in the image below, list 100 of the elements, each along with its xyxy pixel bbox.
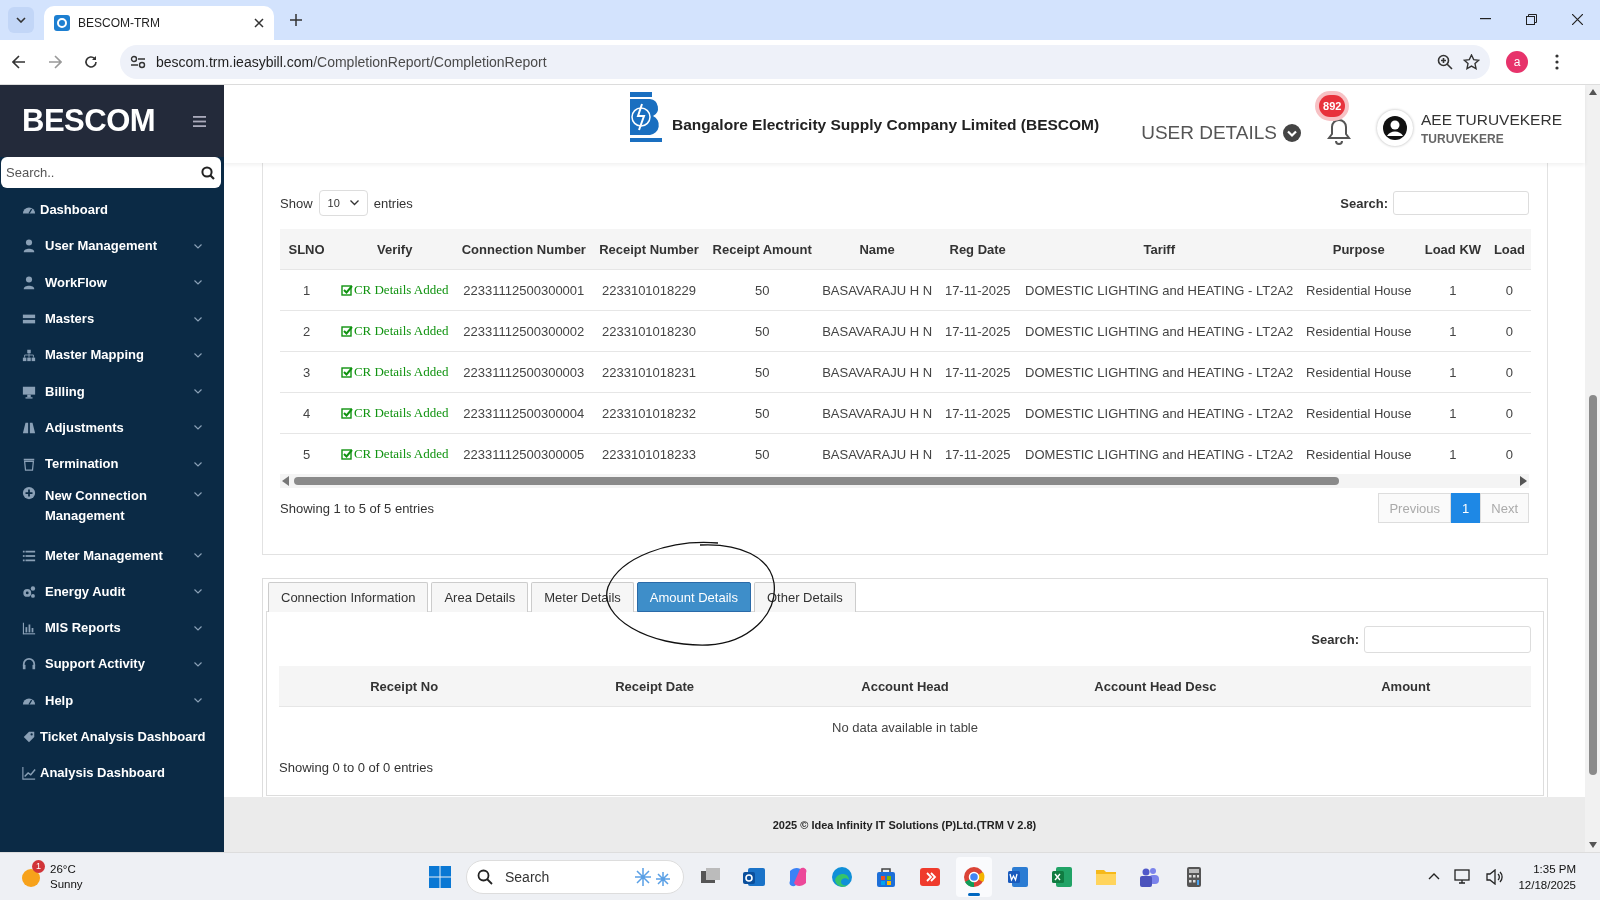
column-header[interactable]: Connection Number <box>456 229 592 270</box>
column-header[interactable]: SLNO <box>280 229 334 270</box>
sidebar-item[interactable]: Adjustments <box>0 409 224 447</box>
network-icon[interactable] <box>1454 868 1473 885</box>
brand-name: BESCOM <box>22 103 156 139</box>
sidebar-item[interactable]: Analysis Dashboard <box>0 755 224 792</box>
clock-time[interactable]: 1:35 PM <box>1518 860 1576 877</box>
sidebar-item[interactable]: Dashboard <box>0 192 224 229</box>
column-header[interactable]: Account Head <box>779 666 1031 707</box>
sidebar-item[interactable]: WorkFlow <box>0 264 224 301</box>
chevron-down-icon <box>349 200 359 206</box>
clock-date[interactable]: 12/18/2025 <box>1518 876 1576 893</box>
new-tab-icon[interactable] <box>290 14 302 26</box>
menu-icon[interactable] <box>193 115 206 127</box>
address-bar[interactable]: bescom.trm.ieasybill.com/CompletionReport/CompletionReport <box>120 45 1490 79</box>
document-app-icon[interactable] <box>1006 864 1030 889</box>
user-icon <box>22 239 36 254</box>
table-cell: BASAVARAJU H N <box>817 351 937 393</box>
search-field[interactable]: Search.. <box>1 157 221 188</box>
pagination-button[interactable]: 1 <box>1451 493 1481 523</box>
menu-icon[interactable] <box>1555 54 1559 70</box>
sidebar-item[interactable]: MIS Reports <box>0 609 224 647</box>
scroll-down-icon[interactable] <box>1588 842 1597 848</box>
table-cell: 50 <box>706 392 818 434</box>
site-settings-icon[interactable] <box>130 55 146 69</box>
search-icon[interactable] <box>201 165 215 180</box>
sidebar-item[interactable]: Support Activity <box>0 646 224 683</box>
sidebar-item[interactable]: Master Mapping <box>0 337 224 374</box>
search-icon <box>477 868 493 885</box>
user-name: AEE TURUVEKERE <box>1421 110 1562 129</box>
close-icon[interactable] <box>254 18 264 28</box>
volume-icon[interactable] <box>1486 868 1505 885</box>
search-field[interactable]: Search <box>466 859 684 894</box>
column-header[interactable]: Receipt No <box>279 666 530 707</box>
tab[interactable]: Connection Information <box>268 582 429 612</box>
tab[interactable]: Amount Details <box>636 582 751 612</box>
column-header[interactable]: Tariff <box>1018 229 1300 270</box>
table-cell: 0 <box>1487 392 1531 434</box>
empty-table-message: No data available in table <box>279 706 1531 747</box>
column-header[interactable]: Load <box>1487 229 1531 270</box>
sidebar-item[interactable]: Energy Audit <box>0 573 224 610</box>
tab[interactable]: Area Details <box>431 582 529 612</box>
globe-wave-icon[interactable] <box>830 864 854 889</box>
back-icon[interactable] <box>12 55 26 69</box>
column-header[interactable]: Receipt Amount <box>706 229 818 270</box>
url-text[interactable]: bescom.trm.ieasybill.com/CompletionReport/CompletionReport <box>156 54 547 70</box>
notification-bell-icon[interactable] <box>1327 117 1351 145</box>
column-header[interactable]: Account Head Desc <box>1030 666 1281 707</box>
page-size-select[interactable]: 10 <box>318 190 368 216</box>
column-header[interactable]: Receipt Number <box>591 229 707 270</box>
user-avatar-icon[interactable] <box>1382 115 1408 141</box>
scroll-right-icon[interactable] <box>1519 476 1527 486</box>
sidebar-item[interactable]: User Management <box>0 228 224 265</box>
restore-icon[interactable] <box>1525 13 1537 25</box>
browser-tab[interactable]: BESCOM-TRM <box>44 6 274 40</box>
table-cell: 1 <box>1417 269 1488 311</box>
table-cell: 2233101018230 <box>591 310 707 352</box>
search-field[interactable] <box>1364 625 1531 653</box>
windows-start-icon[interactable] <box>429 865 451 888</box>
profile-avatar[interactable]: a <box>1506 51 1528 73</box>
spreadsheet-app-icon[interactable] <box>1050 864 1074 889</box>
user-location: TURUVEKERE <box>1421 131 1505 146</box>
table-cell: 3 <box>280 351 334 393</box>
column-header[interactable]: Load KW <box>1417 229 1488 270</box>
column-header[interactable]: Verify <box>333 229 457 270</box>
search-label: Search: <box>1340 195 1388 211</box>
column-header[interactable]: Name <box>817 229 937 270</box>
sidebar-item[interactable]: Ticket Analysis Dashboard <box>0 718 224 756</box>
weather-condition: Sunny <box>50 876 83 892</box>
horizontal-scrollbar[interactable] <box>280 474 1529 488</box>
forward-icon[interactable] <box>48 55 62 69</box>
trash-icon <box>22 457 36 472</box>
column-header[interactable]: Receipt Date <box>529 666 780 707</box>
table-cell: 1 <box>1417 392 1488 434</box>
search-input[interactable]: Search.. <box>4 164 201 181</box>
vertical-scrollbar[interactable] <box>1585 85 1600 852</box>
sidebar-item[interactable]: Billing <box>0 373 224 410</box>
scroll-up-icon[interactable] <box>1588 89 1597 95</box>
sidebar-item[interactable]: Termination <box>0 446 224 483</box>
column-header[interactable]: Reg Date <box>936 229 1019 270</box>
table-cell: 2233101018231 <box>591 351 707 393</box>
zoom-icon[interactable] <box>1437 54 1453 70</box>
star-icon[interactable] <box>1463 54 1480 70</box>
sidebar-item[interactable]: Help <box>0 682 224 719</box>
close-icon[interactable] <box>1571 13 1583 25</box>
search-input[interactable]: Search <box>503 867 623 886</box>
sidebar-item[interactable]: New Connection Management <box>0 482 224 538</box>
user-details-menu[interactable]: USER DETAILS <box>1141 122 1301 144</box>
tab-list-button[interactable] <box>8 7 34 33</box>
chevron-up-icon[interactable] <box>1428 873 1441 880</box>
sidebar-item[interactable]: Meter Management <box>0 537 224 574</box>
sidebar-item[interactable]: Masters <box>0 300 224 338</box>
column-header[interactable]: Purpose <box>1299 229 1418 270</box>
minimize-icon[interactable] <box>1479 18 1491 20</box>
column-header[interactable]: Amount <box>1280 666 1531 707</box>
scroll-left-icon[interactable] <box>282 476 290 486</box>
browser-circle-icon[interactable] <box>962 864 986 889</box>
table-cell: 22331112500300002 <box>456 310 592 352</box>
reload-icon[interactable] <box>84 55 98 69</box>
search-field[interactable] <box>1393 191 1529 215</box>
